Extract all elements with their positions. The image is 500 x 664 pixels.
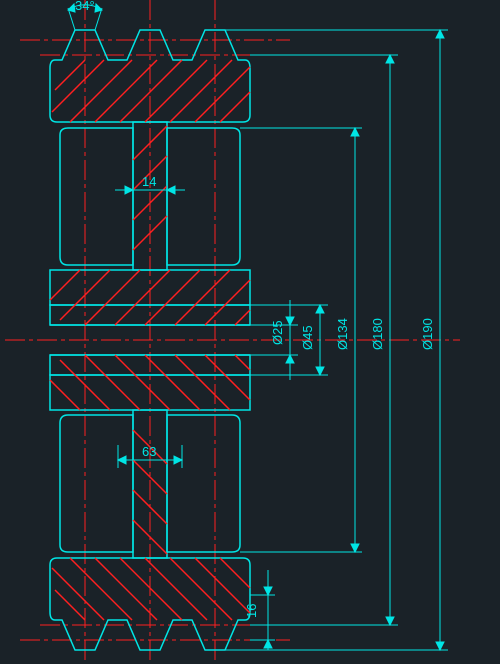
dim-hub-width-text: 63 — [142, 444, 156, 459]
cad-drawing: 34° 14 63 16 Ø25 — [0, 0, 500, 664]
dim-angle-text: 34° — [75, 0, 95, 13]
dim-hub-dia-text: Ø45 — [300, 325, 315, 350]
dim-web-text: 14 — [142, 174, 156, 189]
dim-bore-text: Ø25 — [270, 320, 285, 345]
dim-inner-text: Ø134 — [335, 318, 350, 350]
dim-rim-text: Ø180 — [370, 318, 385, 350]
dim-step-text: 16 — [244, 604, 259, 618]
dim-outer-text: Ø190 — [420, 318, 435, 350]
